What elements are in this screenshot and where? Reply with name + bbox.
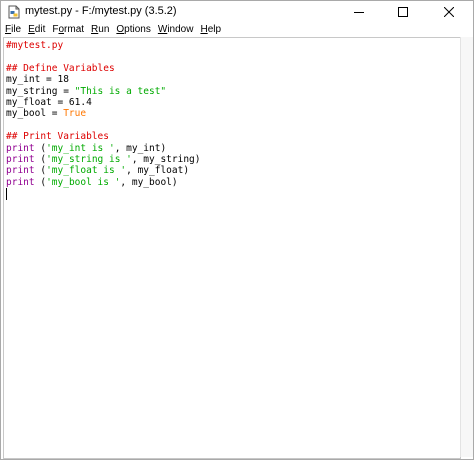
code-line: my_string = "This is a test" <box>6 86 201 97</box>
code-token-plain: ( <box>34 176 47 188</box>
menu-format[interactable]: Format <box>52 23 84 37</box>
code-token-string: 'my_bool is ' <box>46 176 121 188</box>
text-cursor <box>6 188 7 201</box>
menu-bar: File Edit Format Run Options Window Help <box>1 23 473 37</box>
menu-file[interactable]: File <box>5 23 21 37</box>
code-line: print ('my_bool is ', my_bool) <box>6 177 201 188</box>
code-line: my_int = 18 <box>6 74 201 85</box>
code-line: print ('my_float is ', my_float) <box>6 165 201 176</box>
code-token-string: 'my_int is ' <box>46 142 115 154</box>
code-token-comment: ## Print Variables <box>6 131 109 143</box>
code-line: my_bool = True <box>6 108 201 119</box>
code-token-comment: #mytest.py <box>6 40 64 51</box>
close-button[interactable] <box>427 1 471 23</box>
code-token-builtin: print <box>6 165 35 177</box>
title-bar[interactable]: mytest.py - F:/mytest.py (3.5.2) <box>1 1 473 23</box>
maximize-icon <box>398 7 408 17</box>
code-token-keyword: True <box>63 108 87 120</box>
code-token-builtin: print <box>6 153 35 165</box>
menu-edit[interactable]: Edit <box>28 23 45 37</box>
idle-editor-window: mytest.py - F:/mytest.py (3.5.2) File Ed… <box>0 0 474 460</box>
python-file-icon <box>8 5 20 19</box>
close-icon <box>444 7 454 17</box>
code-token-builtin: print <box>6 142 35 154</box>
menu-run[interactable]: Run <box>91 23 109 37</box>
code-token-plain: , my_bool) <box>120 176 178 188</box>
window-title: mytest.py - F:/mytest.py (3.5.2) <box>25 5 177 17</box>
code-line: #mytest.py <box>6 40 201 51</box>
code-token-plain: my_string = <box>6 85 75 97</box>
code-token-plain: my_float = 61.4 <box>6 96 92 108</box>
minimize-icon <box>354 12 364 13</box>
code-line: print ('my_int is ', my_int) <box>6 143 201 154</box>
code-token-string: "This is a test" <box>74 85 167 97</box>
code-editor[interactable]: #mytest.py ## Define Variables my_int = 1… <box>3 37 461 459</box>
code-token-plain: , my_string) <box>131 153 201 165</box>
code-line <box>6 188 201 201</box>
code-token-plain: my_int = 18 <box>6 74 69 86</box>
code-token-plain: ( <box>34 165 47 177</box>
maximize-button[interactable] <box>381 1 425 23</box>
code-token-plain: ( <box>34 142 47 154</box>
menu-help[interactable]: Help <box>200 23 221 37</box>
code-token-string: 'my_float is ' <box>46 165 127 177</box>
minimize-button[interactable] <box>337 1 381 23</box>
menu-window[interactable]: Window <box>158 23 194 37</box>
code-token-plain: , my_int) <box>114 142 167 154</box>
code-token-builtin: print <box>6 176 35 188</box>
code-token-comment: ## Define Variables <box>6 62 115 74</box>
menu-options[interactable]: Options <box>116 23 150 37</box>
code-token-plain: ( <box>34 153 47 165</box>
code-line: print ('my_string is ', my_string) <box>6 154 201 165</box>
code-token-plain: my_bool = <box>6 108 64 120</box>
code-token-string: 'my_string is ' <box>46 153 132 165</box>
vertical-scrollbar[interactable] <box>460 37 473 457</box>
code-line: ## Print Variables <box>6 131 201 142</box>
code-text[interactable]: #mytest.py ## Define Variables my_int = 1… <box>6 40 201 201</box>
code-line: ## Define Variables <box>6 63 201 74</box>
code-line: my_float = 61.4 <box>6 97 201 108</box>
code-token-plain: , my_float) <box>126 165 190 177</box>
